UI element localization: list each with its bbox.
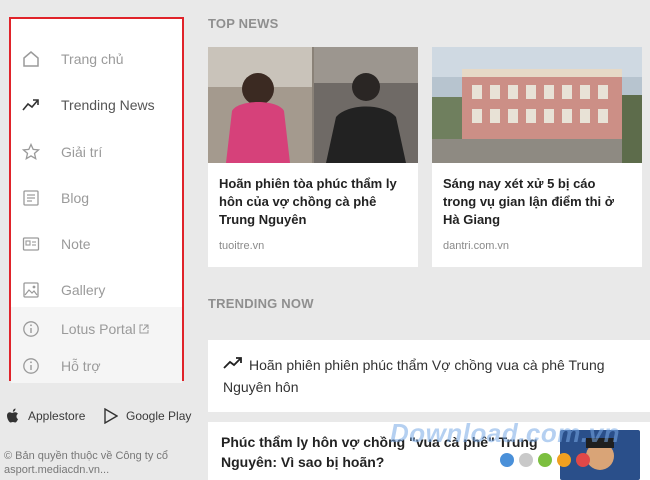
star-icon bbox=[22, 143, 40, 161]
watermark-dots bbox=[500, 453, 590, 467]
apple-icon bbox=[7, 408, 18, 423]
dot bbox=[538, 453, 552, 467]
status-url: asport.mediacdn.vn... bbox=[4, 464, 110, 476]
gallery-icon bbox=[23, 282, 39, 298]
copyright-text: © Bản quyền thuộc về Công ty cổ asport.m… bbox=[4, 449, 168, 477]
news-title: Hoãn phiên tòa phúc thẩm ly hôn của vợ c… bbox=[219, 176, 397, 227]
note-icon bbox=[22, 237, 40, 251]
info-icon bbox=[23, 358, 39, 374]
sidebar-menu: Trang chủ Trending News Giải trí Blog No… bbox=[9, 17, 184, 383]
top-news-heading: TOP NEWS bbox=[208, 16, 279, 31]
applestore-link[interactable]: Applestore bbox=[6, 408, 85, 424]
news-source: dantri.com.vn bbox=[443, 240, 510, 252]
trending-up-icon bbox=[22, 99, 39, 111]
google-play-label: Google Play bbox=[126, 409, 192, 423]
news-source: tuoitre.vn bbox=[219, 240, 265, 252]
sidebar-item-label: Trang chủ bbox=[61, 51, 124, 67]
dot bbox=[519, 453, 533, 467]
applestore-label: Applestore bbox=[28, 409, 86, 423]
lotus-portal-text: Lotus Portal bbox=[61, 321, 136, 337]
sidebar-item-label: Hỗ trợ bbox=[61, 358, 101, 374]
external-link-icon bbox=[139, 324, 149, 334]
news-title: Sáng nay xét xử 5 bị cáo trong vụ gian l… bbox=[443, 176, 615, 227]
news-thumbnail bbox=[432, 47, 642, 163]
sidebar-item-label: Note bbox=[61, 236, 91, 252]
sidebar-item-lotus-portal[interactable]: Lotus Portal bbox=[11, 313, 182, 345]
trending-item[interactable]: Hoãn phiên phiên phúc thẩm Vợ chồng vua … bbox=[208, 340, 650, 412]
sidebar-item-trending-news[interactable]: Trending News bbox=[11, 89, 182, 121]
sidebar-item-label: Trending News bbox=[61, 97, 155, 113]
copyright-line: © Bản quyền thuộc về Công ty cổ bbox=[4, 450, 169, 462]
google-play-link[interactable]: Google Play bbox=[104, 408, 191, 424]
watermark-logo: Download.com.vn bbox=[390, 418, 620, 448]
sidebar-item-label: Blog bbox=[61, 190, 90, 206]
news-card[interactable]: Sáng nay xét xử 5 bị cáo trong vụ gian l… bbox=[432, 47, 642, 267]
sidebar-item-trang-chu[interactable]: Trang chủ bbox=[11, 43, 182, 75]
trending-now-heading: TRENDING NOW bbox=[208, 296, 314, 311]
news-card[interactable]: Hoãn phiên tòa phúc thẩm ly hôn của vợ c… bbox=[208, 47, 418, 267]
sidebar-item-label: Lotus Portal bbox=[61, 321, 149, 337]
dot bbox=[500, 453, 514, 467]
sidebar-item-ho-tro[interactable]: Hỗ trợ bbox=[11, 350, 182, 382]
home-icon bbox=[23, 51, 39, 67]
sidebar-item-gallery[interactable]: Gallery bbox=[11, 274, 182, 306]
sidebar-item-label: Giải trí bbox=[61, 144, 103, 160]
sidebar-item-note[interactable]: Note bbox=[11, 228, 182, 260]
dot bbox=[576, 453, 590, 467]
info-icon bbox=[23, 321, 39, 337]
sidebar-item-blog[interactable]: Blog bbox=[11, 182, 182, 214]
sidebar-item-giai-tri[interactable]: Giải trí bbox=[11, 136, 182, 168]
news-thumbnail bbox=[208, 47, 418, 163]
google-play-icon bbox=[104, 408, 118, 424]
trending-item-text: Hoãn phiên phiên phúc thẩm Vợ chồng vua … bbox=[223, 357, 605, 395]
dot bbox=[557, 453, 571, 467]
sidebar-item-label: Gallery bbox=[61, 282, 106, 298]
blog-icon bbox=[23, 190, 39, 206]
